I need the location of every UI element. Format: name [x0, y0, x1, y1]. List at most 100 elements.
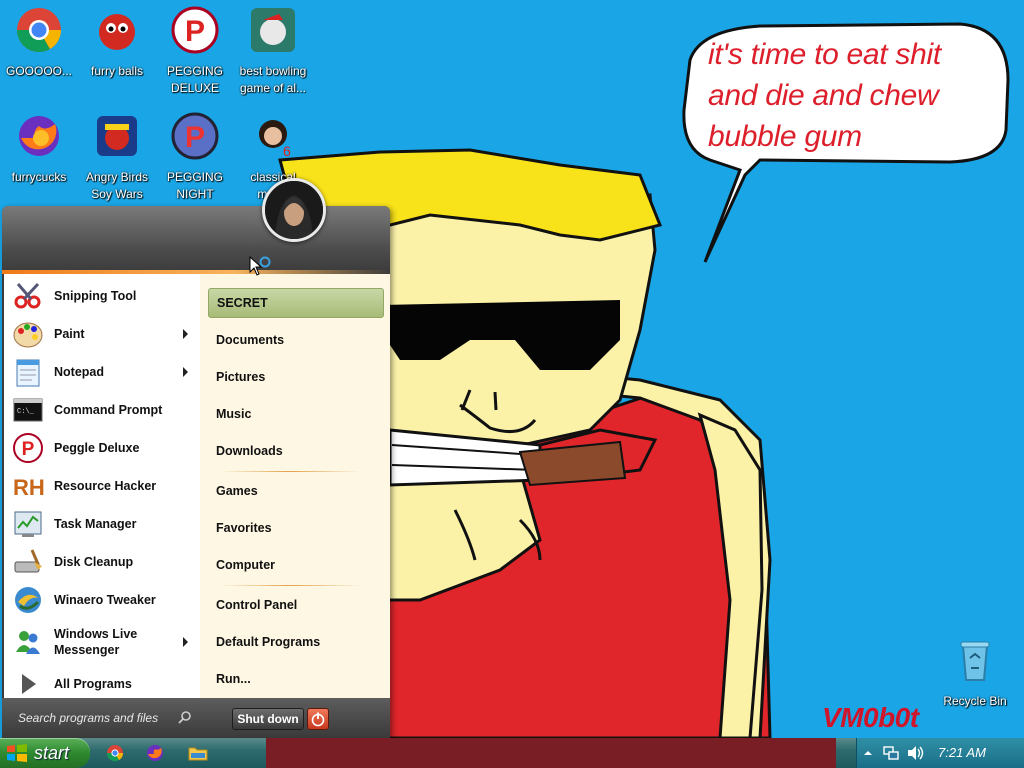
place-favorites[interactable]: Favorites: [208, 513, 384, 543]
all-programs-button[interactable]: All Programs: [8, 666, 198, 702]
desktop-icon-pegging-night[interactable]: P PEGGING NIGHT: [156, 112, 234, 203]
chrome-icon: [17, 8, 61, 52]
task-manager-icon: [14, 511, 42, 537]
desktop-icon-bowling[interactable]: best bowling game of al...: [234, 6, 312, 97]
power-icon: [311, 712, 325, 727]
busy-cursor-icon: [249, 256, 271, 276]
desktop-icon-furry-balls[interactable]: furry balls: [78, 6, 156, 80]
pinned-programs-panel: Snipping Tool Paint Notepad C:\_ Command…: [4, 274, 200, 727]
svg-text:P: P: [22, 439, 35, 460]
program-label: Snipping Tool: [54, 289, 137, 303]
recycle-bin-icon: [960, 641, 990, 681]
desktop-icon-label: furry balls: [90, 64, 143, 78]
program-windows-live-messenger[interactable]: Windows Live Messenger: [8, 622, 198, 662]
speech-line: bubble gum: [708, 120, 862, 153]
messenger-icon: [16, 631, 40, 654]
program-resource-hacker[interactable]: RH Resource Hacker: [8, 468, 198, 504]
desktop-icon-recycle-bin[interactable]: Recycle Bin: [936, 636, 1014, 710]
chevron-up-icon[interactable]: [863, 748, 873, 758]
desktop-icon-pegging-deluxe[interactable]: P PEGGING DELUXE: [156, 6, 234, 97]
svg-text:RH: RH: [13, 475, 44, 500]
program-label: Notepad: [54, 365, 104, 379]
play-arrow-icon: [22, 674, 36, 694]
program-label: Task Manager: [54, 517, 137, 531]
speech-line: it's time to eat shit: [708, 38, 941, 71]
divider: [220, 585, 360, 586]
place-documents[interactable]: Documents: [208, 325, 384, 355]
windows-logo-icon: [7, 744, 27, 762]
clock[interactable]: 7:21 AM: [938, 745, 986, 760]
svg-text:P: P: [185, 121, 205, 154]
program-notepad[interactable]: Notepad: [8, 354, 198, 390]
desktop-icon-label: Angry Birds Soy Wars: [85, 170, 149, 201]
place-music[interactable]: Music: [208, 399, 384, 429]
firefox-icon[interactable]: [146, 744, 164, 762]
submenu-arrow-icon: [183, 637, 188, 647]
program-winaero-tweaker[interactable]: Winaero Tweaker: [8, 582, 198, 618]
place-pictures[interactable]: Pictures: [208, 362, 384, 392]
terminal-icon: C:\_: [13, 398, 43, 422]
scissors-icon: [14, 282, 41, 309]
rh-icon: RH: [13, 475, 44, 500]
firefox-icon: [19, 116, 59, 156]
place-run[interactable]: Run...: [208, 664, 384, 694]
program-label: Resource Hacker: [54, 479, 157, 493]
place-computer[interactable]: Computer: [208, 550, 384, 580]
shutdown-options-button[interactable]: [307, 708, 329, 730]
program-disk-cleanup[interactable]: Disk Cleanup: [8, 544, 198, 580]
chrome-icon[interactable]: [106, 744, 124, 762]
taskbar: start 7:21 AM: [0, 738, 1024, 768]
desktop-icon-label: best bowling game of al...: [239, 64, 307, 95]
wallpaper-signature: VM0b0t: [822, 702, 919, 733]
search-icon: [178, 711, 191, 724]
program-task-manager[interactable]: Task Manager: [8, 506, 198, 542]
disk-cleanup-icon: [14, 549, 42, 573]
paint-palette-icon: [13, 322, 43, 348]
svg-text:C:\_: C:\_: [17, 408, 35, 416]
user-avatar[interactable]: [262, 178, 326, 242]
program-label: Windows Live Messenger: [54, 627, 138, 657]
start-menu-header: [2, 206, 390, 270]
desktop-icon-label: PEGGING NIGHT: [166, 170, 223, 201]
shutdown-button[interactable]: Shut down: [232, 708, 304, 730]
start-menu[interactable]: Snipping Tool Paint Notepad C:\_ Command…: [2, 206, 390, 738]
program-peggle-deluxe[interactable]: P Peggle Deluxe: [8, 430, 198, 466]
desktop-icon-label: GOOOOO...: [5, 64, 72, 78]
peggle-icon: P: [171, 6, 219, 54]
place-control-panel[interactable]: Control Panel: [208, 590, 384, 620]
place-downloads[interactable]: Downloads: [208, 436, 384, 466]
search-input[interactable]: Search programs and files: [12, 706, 198, 730]
peggle-night-icon: P: [171, 112, 219, 160]
program-paint[interactable]: Paint: [8, 316, 198, 352]
desktop-icon-angry-birds[interactable]: Angry Birds Soy Wars: [78, 112, 156, 203]
desktop-icon-chrome[interactable]: GOOOOO...: [0, 6, 78, 80]
bowling-game-icon: [251, 8, 295, 52]
start-button[interactable]: start: [0, 738, 90, 768]
all-programs-label: All Programs: [54, 677, 132, 691]
peggle-icon: P: [13, 433, 43, 463]
place-default-programs[interactable]: Default Programs: [208, 627, 384, 657]
place-games[interactable]: Games: [208, 476, 384, 506]
svg-text:P: P: [185, 15, 205, 48]
desktop-icon-firefox[interactable]: furrycucks: [0, 112, 78, 186]
network-icon[interactable]: [883, 745, 899, 761]
start-menu-footer: Search programs and files Shut down: [2, 698, 390, 738]
volume-icon[interactable]: [907, 745, 925, 761]
folder-icon[interactable]: [188, 744, 208, 762]
submenu-arrow-icon: [183, 367, 188, 377]
program-label: Paint: [54, 327, 85, 341]
furry-ball-icon: [99, 14, 135, 50]
place-secret[interactable]: SECRET: [208, 288, 384, 318]
program-label: Disk Cleanup: [54, 555, 134, 569]
speech-bubble-text: it's time to eat shit and die and chew b…: [708, 34, 998, 157]
places-panel: SECRET Documents Pictures Music Download…: [200, 274, 390, 698]
submenu-arrow-icon: [183, 329, 188, 339]
taskbar-active-window[interactable]: [266, 738, 836, 768]
user-picture: [265, 181, 323, 239]
program-command-prompt[interactable]: C:\_ Command Prompt: [8, 392, 198, 428]
program-label: Command Prompt: [54, 403, 163, 417]
speech-line: and die and chew: [708, 79, 939, 112]
program-snipping-tool[interactable]: Snipping Tool: [8, 278, 198, 314]
svg-text:6: 6: [283, 143, 291, 159]
desktop-icon-label: PEGGING DELUXE: [166, 64, 223, 95]
